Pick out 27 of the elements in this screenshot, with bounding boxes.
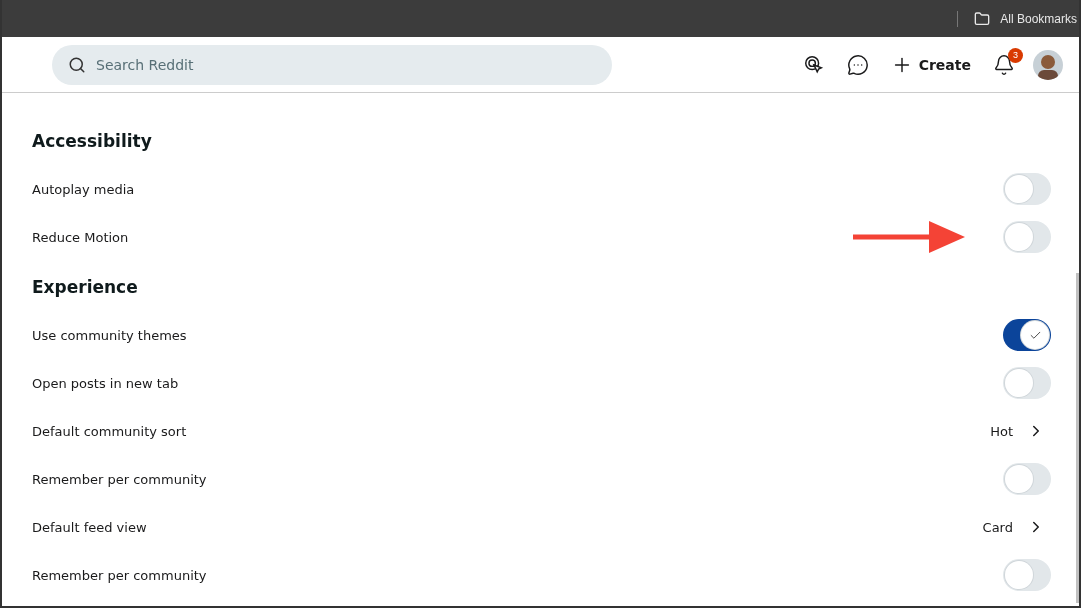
folder-icon — [974, 10, 991, 27]
search-input[interactable]: Search Reddit — [94, 55, 596, 74]
toggle-switch[interactable] — [1003, 367, 1051, 399]
toggle-switch[interactable] — [1003, 221, 1051, 253]
setting-label: Open posts in new tab — [32, 375, 179, 391]
toggle-switch[interactable] — [1003, 319, 1051, 351]
setting-label: Reduce Motion — [32, 229, 129, 245]
select-value[interactable]: Card — [976, 514, 1051, 540]
toggle-switch[interactable] — [1003, 173, 1051, 205]
search-icon — [68, 55, 86, 74]
setting-label: Remember per community — [32, 567, 207, 583]
notification-badge: 3 — [1008, 47, 1023, 63]
create-button[interactable]: Create — [886, 49, 975, 80]
toggle-switch[interactable] — [1003, 463, 1051, 495]
setting-label: Remember per community — [32, 471, 207, 487]
section-title: Experience — [32, 276, 139, 299]
bookmarks-label[interactable]: All Bookmarks — [1000, 11, 1077, 26]
select-value[interactable]: Hot — [984, 418, 1051, 444]
toggle-switch[interactable] — [1003, 559, 1051, 591]
setting-label: Default community sort — [32, 423, 187, 439]
target-cursor-icon — [802, 53, 825, 76]
setting-label: Use community themes — [32, 327, 187, 343]
section-title: Accessibility — [32, 130, 153, 153]
search-field[interactable]: Search Reddit — [52, 44, 612, 85]
setting-label: Autoplay media — [32, 181, 135, 197]
avatar[interactable] — [1033, 49, 1063, 80]
setting-label: Default feed view — [32, 519, 147, 535]
